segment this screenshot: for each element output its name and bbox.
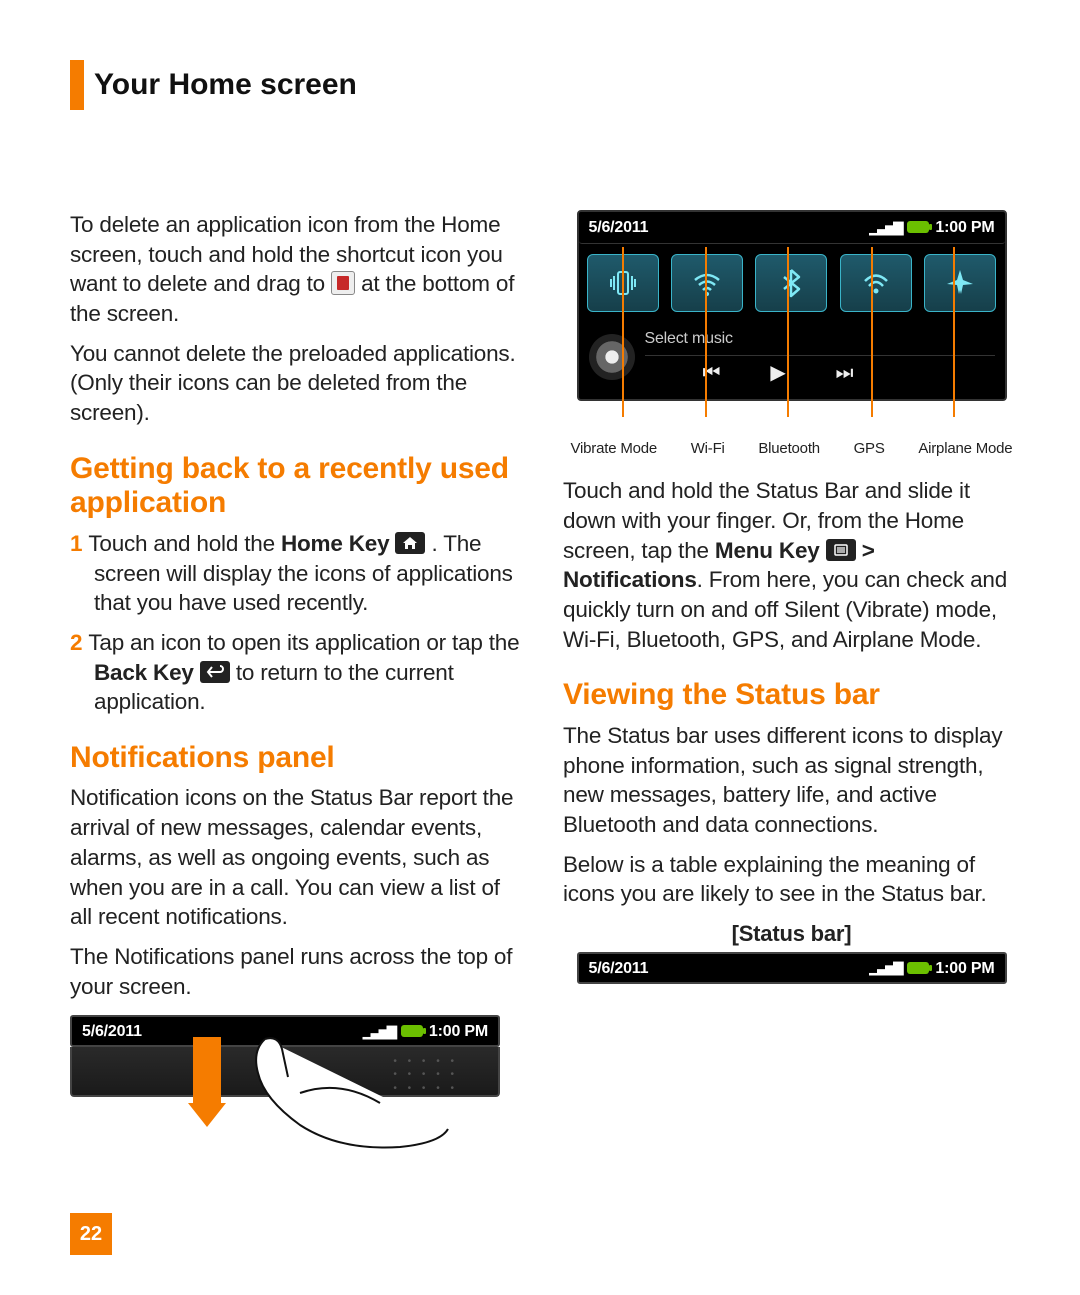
gps-toggle[interactable]: [840, 254, 912, 312]
trash-icon: [331, 271, 355, 295]
step-2: 2Tap an icon to open its application or …: [70, 628, 527, 717]
section-heading-recent-app: Getting back to a recently used applicat…: [70, 452, 527, 521]
gt: >: [856, 538, 875, 563]
back-key-icon: [200, 661, 230, 683]
airplane-label: Airplane Mode: [918, 439, 1012, 459]
music-select-label[interactable]: Select music: [645, 328, 995, 356]
status-right: ▁▃▅▇ 1:00 PM: [869, 958, 994, 979]
status-bar-paragraph-3: Below is a table explaining the meaning …: [563, 850, 1020, 909]
home-key-label: Home Key: [281, 531, 389, 556]
text: Touch and hold the: [88, 531, 281, 556]
page-number: 22: [70, 1213, 112, 1255]
status-date: 5/6/2011: [589, 217, 649, 238]
music-widget: Select music ⏮ ▶ ⏭: [579, 322, 1005, 399]
notif-paragraph-1: Notification icons on the Status Bar rep…: [70, 783, 527, 931]
menu-key-label: Menu Key: [715, 538, 820, 563]
right-column: 5/6/2011 ▁▃▅▇ 1:00 PM: [563, 210, 1020, 1155]
notif-paragraph-2: The Notifications panel runs across the …: [70, 942, 527, 1001]
step-number: 1: [70, 531, 82, 556]
signal-icon: ▁▃▅▇: [869, 959, 901, 976]
bluetooth-label: Bluetooth: [758, 439, 820, 459]
notification-panel-illustration: 5/6/2011 ▁▃▅▇ 1:00 PM • • • • •• • • • •…: [70, 1015, 500, 1155]
status-bar-example: 5/6/2011 ▁▃▅▇ 1:00 PM: [577, 952, 1007, 984]
battery-icon: [907, 962, 929, 974]
wifi-toggle[interactable]: [671, 254, 743, 312]
gps-label: GPS: [854, 439, 885, 459]
accent-bar: [70, 60, 84, 110]
chapter-title: Your Home screen: [94, 68, 357, 102]
quick-settings-labels: Vibrate Mode Wi-Fi Bluetooth GPS Airplan…: [571, 437, 1013, 477]
hand-gesture-icon: [230, 1033, 450, 1153]
bluetooth-toggle[interactable]: [755, 254, 827, 312]
step-1: 1Touch and hold the Home Key . The scree…: [70, 529, 527, 618]
chapter-header: Your Home screen: [70, 60, 1020, 110]
step-number: 2: [70, 630, 82, 655]
wifi-label: Wi-Fi: [691, 439, 725, 459]
signal-icon: ▁▃▅▇: [869, 219, 901, 236]
left-column: To delete an application icon from the H…: [70, 210, 527, 1155]
status-right: ▁▃▅▇ 1:00 PM: [869, 217, 994, 238]
play-icon[interactable]: ▶: [770, 360, 785, 386]
menu-key-icon: [826, 539, 856, 561]
next-track-icon[interactable]: ⏭: [836, 360, 854, 386]
cd-icon: [589, 334, 635, 380]
airplane-toggle[interactable]: [924, 254, 996, 312]
status-bar: 5/6/2011 ▁▃▅▇ 1:00 PM: [579, 212, 1005, 244]
status-date: 5/6/2011: [82, 1021, 142, 1042]
quick-settings-panel: 5/6/2011 ▁▃▅▇ 1:00 PM: [577, 210, 1007, 401]
battery-icon: [907, 221, 929, 233]
text: Tap an icon to open its application or t…: [88, 630, 519, 655]
status-bar-paragraph-2: The Status bar uses different icons to d…: [563, 721, 1020, 840]
quick-settings-row: [579, 244, 1005, 322]
back-key-label: Back Key: [94, 660, 194, 685]
status-time: 1:00 PM: [935, 217, 994, 238]
section-heading-status-bar: Viewing the Status bar: [563, 678, 1020, 713]
intro-paragraph-2: You cannot delete the preloaded applicat…: [70, 339, 527, 428]
status-bar-caption: [Status bar]: [563, 919, 1020, 948]
vibrate-label: Vibrate Mode: [571, 439, 658, 459]
status-bar: 5/6/2011 ▁▃▅▇ 1:00 PM: [577, 952, 1007, 984]
status-bar-paragraph-1: Touch and hold the Status Bar and slide …: [563, 476, 1020, 654]
home-key-icon: [395, 532, 425, 554]
section-heading-notifications: Notifications panel: [70, 741, 527, 776]
status-time: 1:00 PM: [935, 958, 994, 979]
intro-paragraph-1: To delete an application icon from the H…: [70, 210, 527, 329]
callout-lines: [577, 407, 1007, 437]
notifications-label: Notifications: [563, 567, 697, 592]
swipe-down-arrow-icon: [188, 1037, 226, 1127]
status-date: 5/6/2011: [589, 958, 649, 979]
